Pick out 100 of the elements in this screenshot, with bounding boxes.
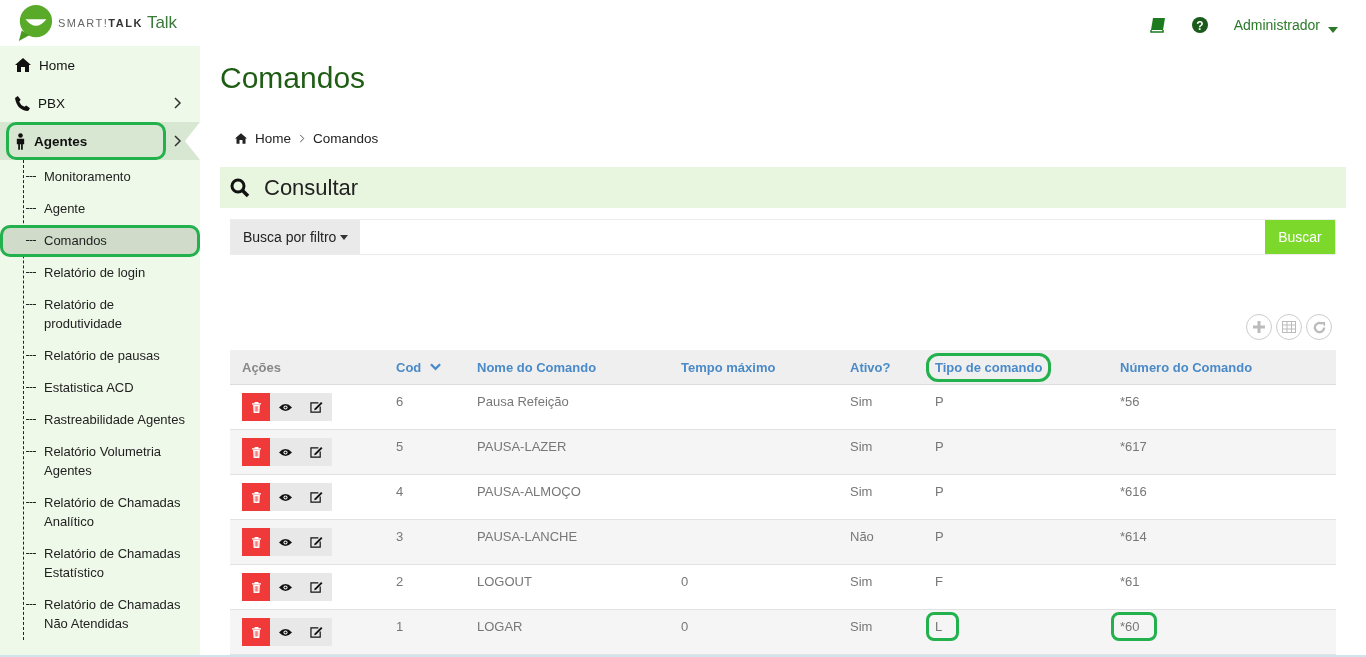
- table-cell-text: 6: [395, 393, 405, 411]
- trash-icon: [251, 446, 261, 458]
- table-cell-text: Sim: [849, 483, 874, 501]
- table-cell-text: PAUSA-LAZER: [476, 438, 568, 456]
- trash-icon: [251, 581, 261, 593]
- eye-icon: [279, 537, 292, 547]
- eye-icon: [279, 582, 292, 592]
- table-cell-text: P: [934, 438, 945, 456]
- eye-icon: [279, 447, 292, 457]
- table-cell-text: LOGAR: [476, 618, 524, 636]
- edit-button[interactable]: [301, 528, 332, 556]
- view-button[interactable]: [270, 573, 301, 601]
- sidebar-subitem[interactable]: Rastreabilidade Agentes: [0, 404, 200, 436]
- sidebar-subitem[interactable]: Agente: [0, 193, 200, 225]
- help-icon[interactable]: ?: [1191, 16, 1208, 33]
- sidebar-subitem[interactable]: Estatistica ACD: [0, 372, 200, 404]
- table-cell-text: *61: [1119, 573, 1141, 591]
- view-button[interactable]: [270, 618, 301, 646]
- trash-icon: [251, 401, 261, 413]
- table-cell-text: 1: [395, 618, 405, 636]
- sidebar-subitem[interactable]: Relatório de Chamadas Não Atendidas: [0, 589, 200, 640]
- table-cell-text: *614: [1119, 528, 1148, 546]
- sidebar-item[interactable]: Agentes: [0, 122, 200, 160]
- plus-icon: [1253, 321, 1265, 333]
- delete-button[interactable]: [242, 438, 270, 466]
- eye-icon: [279, 627, 292, 637]
- phone-icon: [15, 95, 30, 111]
- sidebar-subitem[interactable]: Relatório de Chamadas Analítico: [0, 487, 200, 538]
- edit-icon: [310, 491, 323, 503]
- table-cell: L: [926, 612, 960, 641]
- delete-button[interactable]: [242, 618, 270, 646]
- sidebar-subitem[interactable]: Monitoramento: [0, 161, 200, 193]
- sidebar-subitem[interactable]: Relatório de produtividade: [0, 289, 200, 340]
- table-cell-text: P: [934, 528, 945, 546]
- person-icon: [15, 132, 26, 150]
- table-cell-text: PAUSA-ALMOÇO: [476, 483, 582, 501]
- table-cell-text: P: [934, 393, 945, 411]
- breadcrumb-separator-icon: [299, 133, 305, 143]
- edit-button[interactable]: [301, 438, 332, 466]
- home-icon: [15, 58, 31, 72]
- view-button[interactable]: [270, 528, 301, 556]
- breadcrumb-link[interactable]: Comandos: [313, 130, 379, 146]
- sidebar-subitem[interactable]: Comandos: [0, 225, 200, 257]
- edit-icon: [310, 626, 323, 638]
- table-cell-text: *617: [1119, 438, 1148, 456]
- edit-icon: [310, 446, 323, 458]
- sidebar-subitem[interactable]: Relatório Volumetria Agentes: [0, 436, 200, 487]
- search-icon: [230, 177, 250, 198]
- book-icon[interactable]: [1149, 16, 1166, 33]
- table-cell-text: Pausa Refeição: [476, 393, 570, 411]
- sidebar-subitem[interactable]: Relatório de login: [0, 257, 200, 289]
- edit-icon: [310, 401, 323, 413]
- table-icon: [1282, 321, 1296, 333]
- table-cell-text: 0: [680, 573, 690, 591]
- view-button[interactable]: [270, 393, 301, 421]
- logo-text: SMART!TALK: [58, 17, 143, 29]
- table-cell-text: Sim: [849, 573, 874, 591]
- table-cell: *60: [1111, 612, 1157, 641]
- table-cell-text: 3: [395, 528, 405, 546]
- panel-title: Consultar: [264, 174, 359, 201]
- eye-icon: [279, 402, 292, 412]
- edit-button[interactable]: [301, 393, 332, 421]
- eye-icon: [279, 492, 292, 502]
- page-title: Comandos: [220, 61, 367, 96]
- table-cell-text: 2: [395, 573, 405, 591]
- table-cell-text: P: [934, 483, 945, 501]
- table-cell-text: LOGOUT: [476, 573, 533, 591]
- active-item-pointer: [185, 122, 200, 160]
- table-cell-text: Sim: [849, 618, 874, 636]
- edit-button[interactable]: [301, 618, 332, 646]
- user-menu[interactable]: Administrador: [1233, 16, 1338, 33]
- sidebar-item[interactable]: Home: [0, 46, 200, 84]
- breadcrumb-link[interactable]: Home: [255, 130, 291, 146]
- edit-button[interactable]: [301, 573, 332, 601]
- table-cell-text: 4: [395, 483, 405, 501]
- delete-button[interactable]: [242, 573, 270, 601]
- delete-button[interactable]: [242, 528, 270, 556]
- logo-icon: [16, 4, 54, 42]
- trash-icon: [251, 626, 261, 638]
- edit-button[interactable]: [301, 483, 332, 511]
- table-cell-text: 5: [395, 438, 405, 456]
- edit-icon: [310, 536, 323, 548]
- logo-suffix: Talk: [146, 13, 178, 33]
- delete-button[interactable]: [242, 393, 270, 421]
- sidebar-subitem[interactable]: Relatório de pausas: [0, 340, 200, 372]
- home-icon: [235, 132, 247, 144]
- table-cell-text: Sim: [849, 438, 874, 456]
- sidebar-subitem[interactable]: Relatório de Chamadas Estatístico: [0, 538, 200, 589]
- view-button[interactable]: [270, 483, 301, 511]
- trash-icon: [251, 536, 261, 548]
- view-button[interactable]: [270, 438, 301, 466]
- table-cell-text: Não: [849, 528, 875, 546]
- sidebar-item[interactable]: PBX: [0, 84, 200, 122]
- caret-icon: [1328, 26, 1338, 33]
- trash-icon: [251, 491, 261, 503]
- table-cell-text: F: [934, 573, 944, 591]
- table-cell-text: *616: [1119, 483, 1148, 501]
- table-cell-text: Sim: [849, 393, 874, 411]
- delete-button[interactable]: [242, 483, 270, 511]
- table-cell-text: 0: [680, 618, 690, 636]
